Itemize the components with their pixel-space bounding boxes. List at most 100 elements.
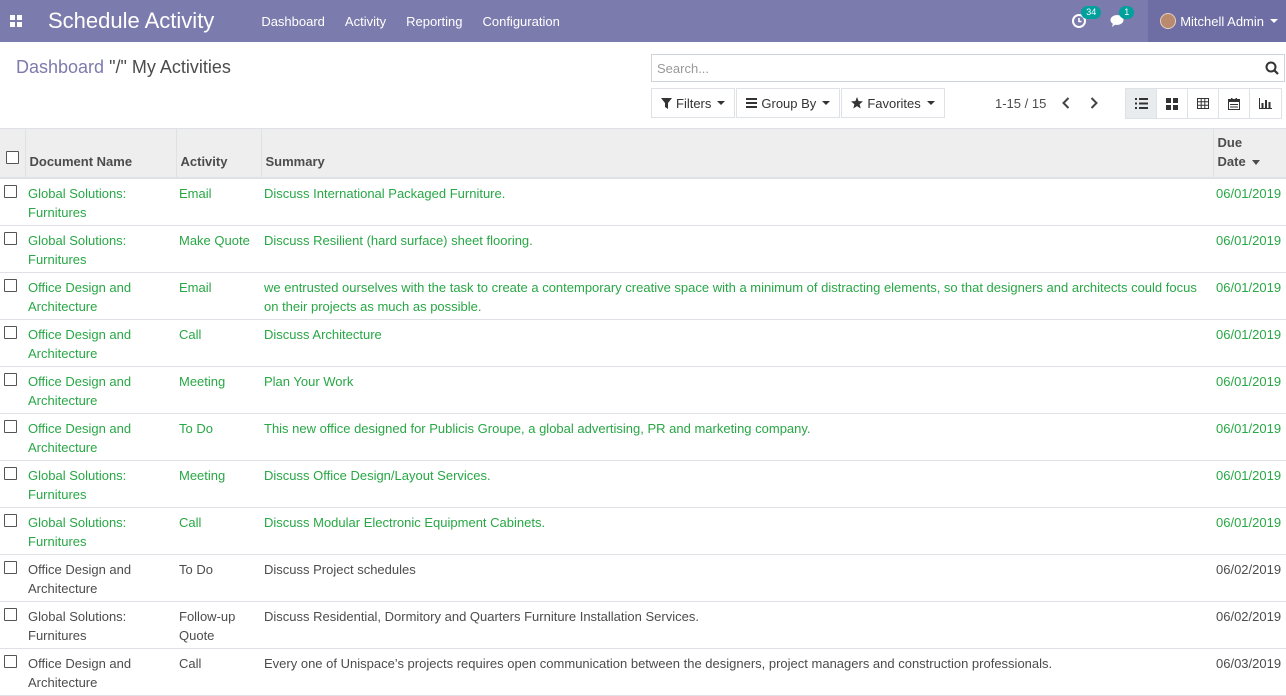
row-checkbox[interactable] <box>4 514 17 527</box>
document-name-cell[interactable]: Office Design and Architecture <box>25 272 176 320</box>
row-checkbox[interactable] <box>4 373 17 386</box>
summary-cell[interactable]: Discuss Office Design/Layout Services. <box>261 460 1213 508</box>
table-row[interactable]: Office Design and Architecture Email we ent… <box>0 272 1286 320</box>
activity-cell[interactable]: Follow-up Quote <box>176 601 261 649</box>
document-name-cell[interactable]: Global Solutions: Furnitures <box>25 178 176 226</box>
table-row[interactable]: Global Solutions: Furnitures Email Discuss … <box>0 178 1286 226</box>
document-name-line1: Office Design and <box>28 327 132 342</box>
document-name-cell[interactable]: Office Design and Architecture <box>25 413 176 461</box>
due-date-cell[interactable]: 06/01/2019 <box>1213 272 1286 320</box>
summary-cell[interactable]: Discuss Modular Electronic Equipment Cab… <box>261 507 1213 555</box>
message-count-badge: 1 <box>1119 6 1135 19</box>
document-name-cell[interactable]: Global Solutions: Furnitures <box>25 601 176 649</box>
search-icon[interactable] <box>1260 56 1284 80</box>
pager-next-icon[interactable] <box>1087 94 1101 112</box>
apps-menu-icon[interactable] <box>0 0 32 42</box>
activity-cell[interactable]: To Do <box>176 554 261 602</box>
chevron-down-icon <box>926 101 935 105</box>
row-checkbox[interactable] <box>4 467 17 480</box>
document-name-cell[interactable]: Global Solutions: Furnitures <box>25 507 176 555</box>
pivot-view-icon[interactable] <box>1188 89 1219 118</box>
activity-cell[interactable]: Email <box>176 178 261 226</box>
kanban-view-icon[interactable] <box>1157 89 1188 118</box>
summary-cell[interactable]: Plan Your Work <box>261 366 1213 414</box>
search-input[interactable] <box>657 60 1260 76</box>
select-all-cell <box>0 128 25 179</box>
due-date-cell[interactable]: 06/01/2019 <box>1213 507 1286 555</box>
row-checkbox[interactable] <box>4 232 17 245</box>
document-name-cell[interactable]: Office Design and Architecture <box>25 648 176 696</box>
summary-cell[interactable]: Discuss International Packaged Furniture… <box>261 178 1213 226</box>
calendar-view-icon[interactable] <box>1219 89 1250 118</box>
column-due-date[interactable]: Due Date <box>1212 128 1286 179</box>
menu-activity[interactable]: Activity <box>345 14 386 29</box>
due-date-cell[interactable]: 06/01/2019 <box>1213 366 1286 414</box>
document-name-cell[interactable]: Global Solutions: Furnitures <box>25 460 176 508</box>
due-date-cell[interactable]: 06/01/2019 <box>1213 178 1286 226</box>
pager-previous-icon[interactable] <box>1059 94 1073 112</box>
activity-cell[interactable]: Meeting <box>176 366 261 414</box>
user-menu[interactable]: Mitchell Admin <box>1148 0 1286 42</box>
activity-cell[interactable]: To Do <box>176 413 261 461</box>
summary-cell[interactable]: Discuss Residential, Dormitory and Quart… <box>261 601 1213 649</box>
column-document-name[interactable]: Document Name <box>24 128 176 179</box>
summary-cell[interactable]: Discuss Architecture <box>261 319 1213 367</box>
column-summary[interactable]: Summary <box>260 128 1213 179</box>
table-row[interactable]: Office Design and Architecture To Do This n… <box>0 413 1286 461</box>
document-name-cell[interactable]: Global Solutions: Furnitures <box>25 225 176 273</box>
breadcrumb-dashboard[interactable]: Dashboard <box>16 57 104 77</box>
document-name-line1: Global Solutions: <box>28 233 127 248</box>
table-row[interactable]: Office Design and Architecture Call Discuss… <box>0 319 1286 367</box>
due-date-cell[interactable]: 06/01/2019 <box>1213 413 1286 461</box>
activity-cell[interactable]: Call <box>176 648 261 696</box>
document-name-cell[interactable]: Office Design and Architecture <box>25 366 176 414</box>
due-date-cell[interactable]: 06/02/2019 <box>1213 554 1286 602</box>
row-checkbox[interactable] <box>4 185 17 198</box>
menu-reporting[interactable]: Reporting <box>406 14 462 29</box>
row-checkbox[interactable] <box>4 420 17 433</box>
row-checkbox[interactable] <box>4 655 17 668</box>
group-by-button[interactable]: Group By <box>736 88 841 118</box>
summary-cell[interactable]: Discuss Resilient (hard surface) sheet f… <box>261 225 1213 273</box>
table-row[interactable]: Global Solutions: Furnitures Follow-up Quo… <box>0 601 1286 649</box>
messages-icon[interactable]: 1 <box>1110 6 1135 29</box>
activity-cell[interactable]: Make Quote <box>176 225 261 273</box>
favorites-button[interactable]: Favorites <box>841 88 945 118</box>
pager-value[interactable]: 1-15 / 15 <box>995 96 1046 111</box>
list-view-icon[interactable] <box>1126 89 1157 118</box>
document-name-cell[interactable]: Office Design and Architecture <box>25 319 176 367</box>
menu-dashboard[interactable]: Dashboard <box>261 14 325 29</box>
activity-cell[interactable]: Call <box>176 507 261 555</box>
activity-cell[interactable]: Meeting <box>176 460 261 508</box>
row-checkbox[interactable] <box>4 279 17 292</box>
summary-cell[interactable]: This new office designed for Publicis Gr… <box>261 413 1213 461</box>
activity-cell[interactable]: Call <box>176 319 261 367</box>
due-date-cell[interactable]: 06/01/2019 <box>1213 225 1286 273</box>
sort-desc-icon <box>1251 160 1260 166</box>
table-row[interactable]: Global Solutions: Furnitures Make Quote Dis… <box>0 225 1286 273</box>
table-row[interactable]: Global Solutions: Furnitures Meeting Discus… <box>0 460 1286 508</box>
table-row[interactable]: Office Design and Architecture Meeting Plan… <box>0 366 1286 414</box>
table-row[interactable]: Office Design and Architecture Call Every o… <box>0 648 1286 696</box>
summary-cell[interactable]: Discuss Project schedules <box>261 554 1213 602</box>
graph-view-icon[interactable] <box>1250 89 1281 118</box>
due-date-cell[interactable]: 06/01/2019 <box>1213 460 1286 508</box>
menu-configuration[interactable]: Configuration <box>482 14 559 29</box>
select-all-checkbox[interactable] <box>6 151 19 164</box>
activity-clock-icon[interactable]: 34 <box>1072 6 1102 29</box>
table-row[interactable]: Office Design and Architecture To Do Discus… <box>0 554 1286 602</box>
column-activity[interactable]: Activity <box>175 128 261 179</box>
row-checkbox[interactable] <box>4 608 17 621</box>
summary-cell[interactable]: we entrusted ourselves with the task to … <box>261 272 1213 320</box>
row-checkbox[interactable] <box>4 561 17 574</box>
due-date-cell[interactable]: 06/03/2019 <box>1213 648 1286 696</box>
due-date-cell[interactable]: 06/02/2019 <box>1213 601 1286 649</box>
table-row[interactable]: Global Solutions: Furnitures Call Discuss M… <box>0 507 1286 555</box>
row-checkbox[interactable] <box>4 326 17 339</box>
due-date-cell[interactable]: 06/01/2019 <box>1213 319 1286 367</box>
filters-button[interactable]: Filters <box>651 88 736 118</box>
table-body: Global Solutions: Furnitures Email Discuss … <box>0 178 1286 696</box>
document-name-cell[interactable]: Office Design and Architecture <box>25 554 176 602</box>
activity-cell[interactable]: Email <box>176 272 261 320</box>
summary-cell[interactable]: Every one of Unispace’s projects require… <box>261 648 1213 696</box>
